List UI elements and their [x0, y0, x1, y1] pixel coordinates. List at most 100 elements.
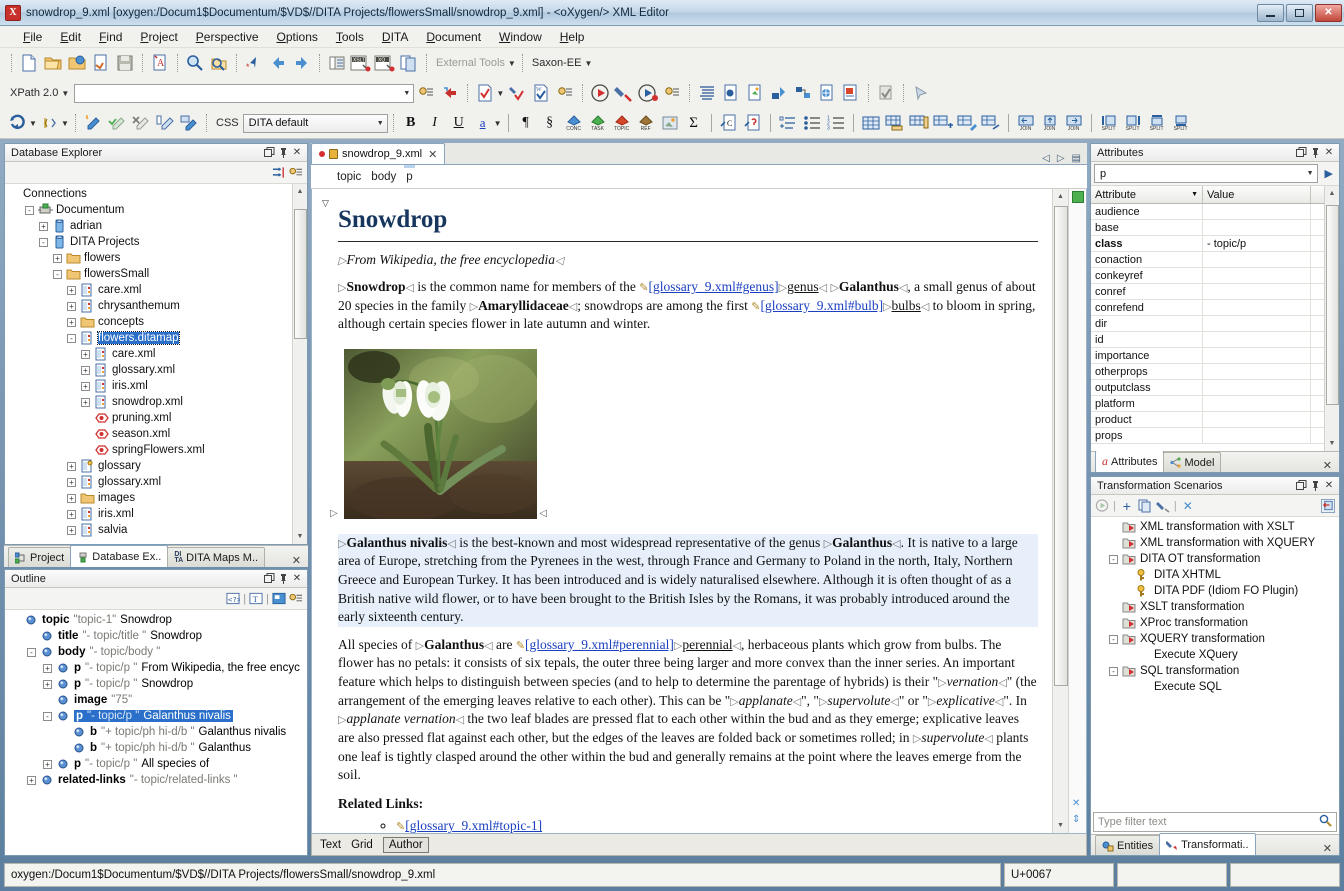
paragraph-button[interactable]: ¶ — [514, 111, 538, 135]
forward-arrow-icon[interactable] — [290, 51, 314, 75]
scenarios-filter[interactable]: Type filter text — [1093, 812, 1337, 832]
paragraph-intro[interactable]: ▷Snowdrop◁ is the common name for member… — [338, 278, 1038, 334]
database-explorer-tree[interactable]: Connections - Documentum + adrian - DITA Proje… — [5, 184, 307, 544]
scenario-node[interactable]: - XQUERY transformation — [1091, 631, 1339, 647]
collapse-toggle-icon[interactable]: - — [23, 204, 36, 217]
collapse-toggle-icon[interactable]: - — [51, 268, 64, 281]
editor-scrollbar[interactable]: ▲ ▼ — [1052, 189, 1068, 833]
scroll-down-icon[interactable]: ▼ — [293, 529, 308, 544]
refresh-css-dropdown-icon[interactable]: ▼ — [28, 119, 38, 128]
attribute-value[interactable] — [1203, 268, 1311, 283]
expand-toggle-icon[interactable]: + — [79, 380, 92, 393]
outline-options-icon[interactable] — [289, 592, 303, 606]
tab-database-explorer[interactable]: Database Ex.. — [70, 545, 169, 567]
pin-scenarios-icon[interactable] — [1308, 479, 1322, 493]
refresh-css-icon[interactable] — [6, 111, 30, 135]
tab-model[interactable]: Model — [1163, 452, 1222, 472]
outline-node[interactable]: - p "- topic/p " Galanthus nivalis — [7, 708, 307, 724]
chevron-down-icon[interactable]: ▼ — [377, 120, 384, 127]
close-scenarios-icon[interactable]: ✕ — [1322, 479, 1336, 493]
text-color-button[interactable]: a — [471, 111, 495, 135]
outline-node[interactable]: b "+ topic/ph hi-d/b " Galanthus — [7, 740, 307, 756]
expand-toggle-icon[interactable]: + — [65, 284, 78, 297]
attribute-row[interactable]: conref — [1091, 284, 1339, 300]
expand-toggle-icon[interactable]: + — [65, 508, 78, 521]
collapse-toggle-icon[interactable]: - — [65, 332, 78, 345]
expand-toggle-icon[interactable]: + — [79, 348, 92, 361]
tree-node[interactable]: springFlowers.xml — [7, 442, 307, 458]
menu-item-options[interactable]: Options — [268, 28, 327, 46]
scroll-down-icon[interactable]: ▼ — [1053, 818, 1068, 833]
track-changes-icon[interactable] — [81, 111, 105, 135]
insert-codeblock-icon[interactable]: C — [717, 111, 741, 135]
search-folder-icon[interactable] — [207, 51, 231, 75]
scenario-node[interactable]: Execute XQuery — [1091, 647, 1339, 663]
configure-transformation-icon[interactable] — [612, 81, 636, 105]
tab-attributes[interactable]: a Attributes — [1095, 450, 1165, 472]
insert-content-ref-icon[interactable] — [791, 81, 815, 105]
join-cells-right-icon[interactable]: JOIN — [1062, 111, 1086, 135]
snowdrop-image-block[interactable]: ▷ ◁ — [330, 347, 547, 519]
insert-equation-button[interactable]: Σ — [682, 111, 706, 135]
attributes-table[interactable]: Attribute ▼ Value audience base class - top… — [1091, 186, 1339, 451]
outline-node[interactable]: topic "topic-1" Snowdrop — [7, 612, 307, 628]
tree-node[interactable]: - flowers.ditamap — [7, 330, 307, 346]
insert-table-icon[interactable] — [859, 111, 883, 135]
save-icon[interactable] — [113, 51, 137, 75]
maximize-panel-icon[interactable] — [262, 146, 276, 160]
close-attributes-icon[interactable]: ✕ — [1322, 146, 1336, 160]
join-cells-left-icon[interactable]: JOIN — [1014, 111, 1038, 135]
svg-diagram-icon[interactable] — [909, 81, 933, 105]
editor-tab-close-icon[interactable]: ✕ — [428, 148, 437, 161]
attribute-row[interactable]: importance — [1091, 348, 1339, 364]
expand-toggle-icon[interactable]: + — [65, 476, 78, 489]
pin-outline-icon[interactable] — [276, 572, 290, 586]
collapse-all-icon[interactable]: ✕ — [1072, 798, 1080, 809]
tree-node[interactable]: + images — [7, 490, 307, 506]
scenarios-settings-icon[interactable] — [1321, 498, 1335, 513]
link-glossary-topic1[interactable]: [glossary_9.xml#topic-1] — [405, 818, 542, 833]
attributes-element-select[interactable]: p ▼ — [1094, 164, 1318, 183]
xslt-debugger-icon[interactable]: XSLT — [349, 51, 373, 75]
paragraph-subtitle[interactable]: ▷From Wikipedia, the free encyclopedia◁ — [338, 251, 1038, 270]
breadcrumb-item-body[interactable]: body — [371, 171, 396, 183]
scenario-node[interactable]: DITA XHTML — [1091, 567, 1339, 583]
outline-node[interactable]: + p "- topic/p " All species of — [7, 756, 307, 772]
attribute-row[interactable]: class - topic/p — [1091, 236, 1339, 252]
close-button[interactable]: ✕ — [1315, 3, 1342, 22]
validate-dropdown-icon[interactable]: ▼ — [495, 89, 505, 98]
menu-item-dita[interactable]: DITA — [373, 28, 417, 46]
insert-task-icon[interactable]: TASK — [586, 111, 610, 135]
menu-item-help[interactable]: Help — [551, 28, 594, 46]
pin-panel-icon[interactable] — [276, 146, 290, 160]
new-file-icon[interactable] — [17, 51, 41, 75]
attribute-row[interactable]: platform — [1091, 396, 1339, 412]
attribute-value[interactable] — [1203, 428, 1311, 443]
check-well-formed-icon[interactable]: W — [529, 81, 553, 105]
search-icon[interactable] — [1319, 814, 1332, 830]
configure-validation-icon[interactable] — [505, 81, 529, 105]
sync-outline-icon[interactable] — [272, 592, 286, 606]
tree-node[interactable]: + concepts — [7, 314, 307, 330]
outline-node[interactable]: b "+ topic/ph hi-d/b " Galanthus nivalis — [7, 724, 307, 740]
attribute-value[interactable] — [1203, 300, 1311, 315]
unordered-list-icon[interactable] — [800, 111, 824, 135]
menu-item-find[interactable]: Find — [90, 28, 131, 46]
split-cell-right-icon[interactable]: SPLIT — [1121, 111, 1145, 135]
scenario-node[interactable]: XProc transformation — [1091, 615, 1339, 631]
mode-tab-author[interactable]: Author — [382, 836, 429, 853]
css-select[interactable]: DITA default ▼ — [242, 113, 388, 133]
expand-toggle-icon[interactable]: + — [65, 492, 78, 505]
tree-node[interactable]: + flowers — [7, 250, 307, 266]
scenario-node[interactable]: XML transformation with XSLT — [1091, 519, 1339, 535]
chevron-down-icon[interactable]: ▼ — [1307, 170, 1314, 177]
collapse-toggle-icon[interactable]: - — [25, 646, 38, 659]
database-options-icon[interactable] — [289, 166, 303, 180]
scenario-node[interactable]: - SQL transformation — [1091, 663, 1339, 679]
tab-dita-maps-manager[interactable]: DI TA DITA Maps M.. — [167, 547, 266, 567]
search-icon[interactable] — [183, 51, 207, 75]
database-tree-scrollbar[interactable]: ▲ ▼ — [292, 184, 307, 544]
toggle-tags-icon[interactable] — [38, 111, 62, 135]
scroll-track[interactable] — [1053, 204, 1068, 818]
expand-toggle-icon[interactable]: + — [65, 460, 78, 473]
